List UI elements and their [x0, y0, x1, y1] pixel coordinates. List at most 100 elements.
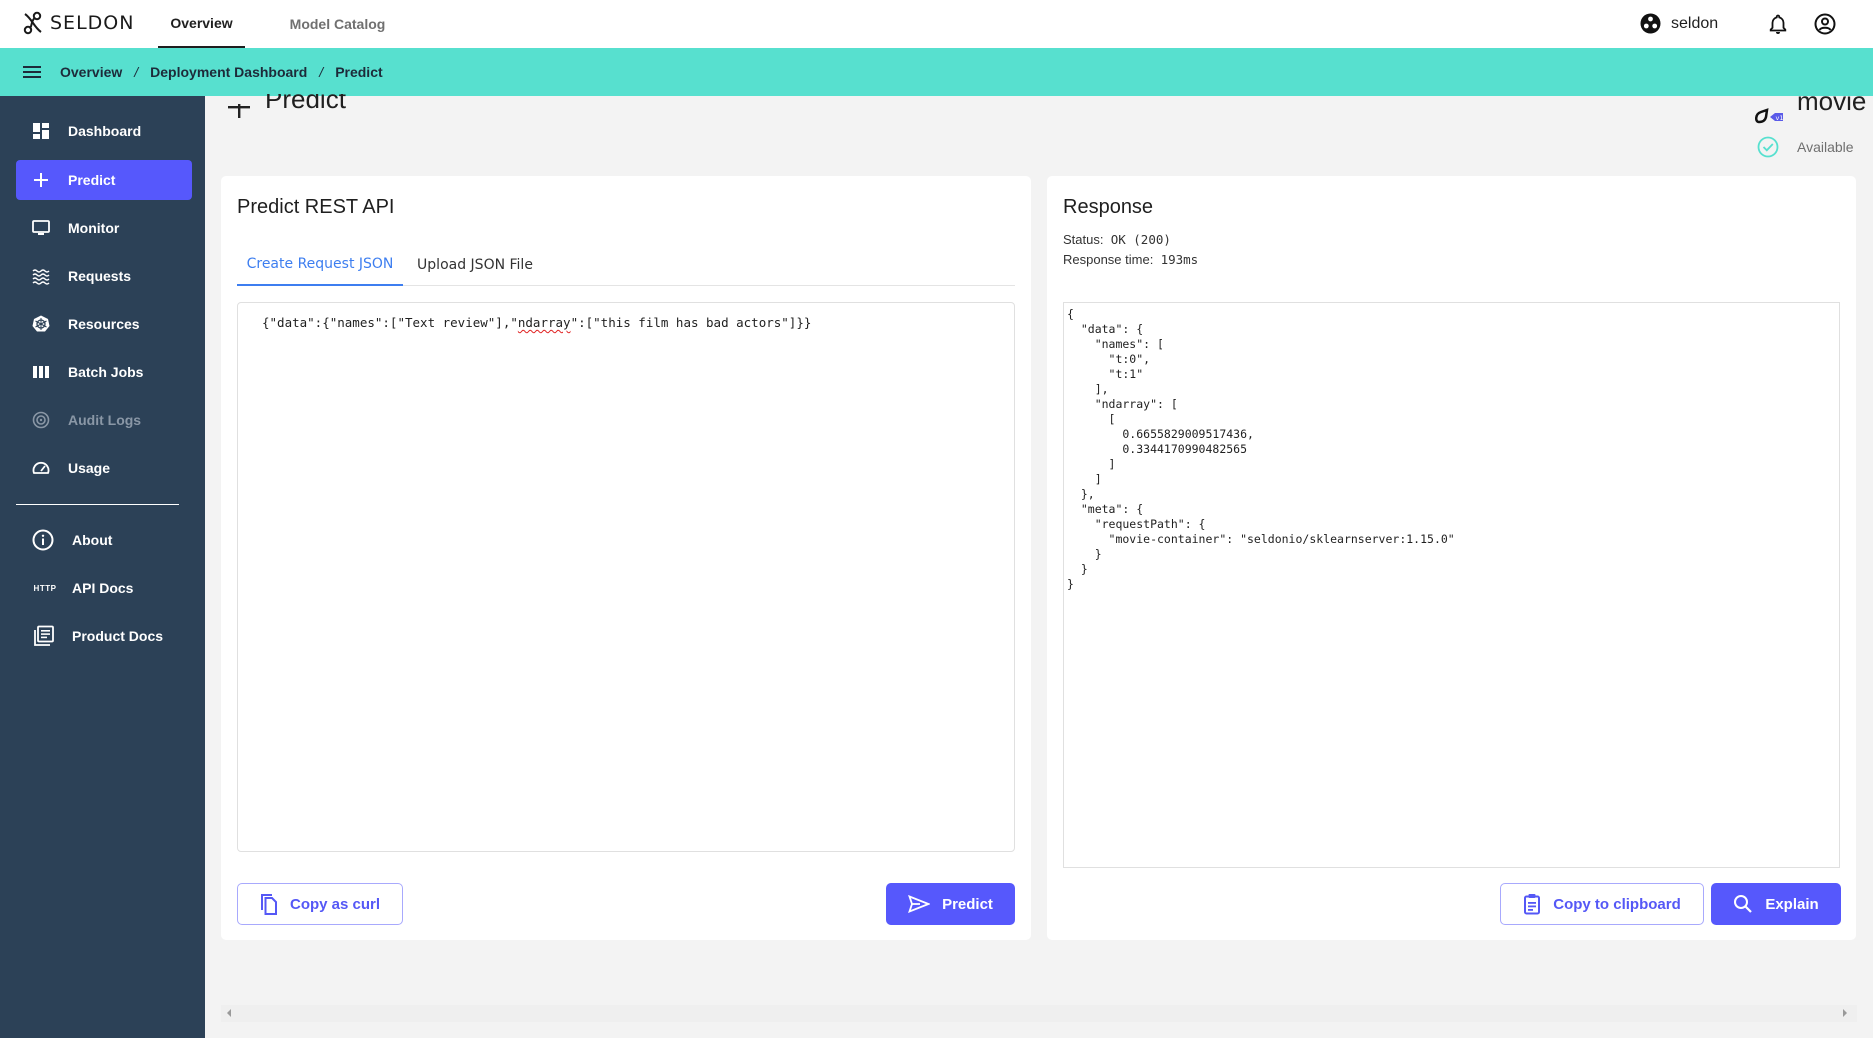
gauge-icon: [32, 461, 50, 474]
breadcrumb-separator: /: [319, 64, 324, 80]
request-json-editor[interactable]: {"data":{"names":["Text review"],"ndarra…: [237, 302, 1015, 852]
top-tab-model-catalog[interactable]: Model Catalog: [280, 0, 395, 48]
page-title: Predict: [265, 94, 346, 124]
check-circle-icon: [1757, 136, 1779, 158]
status-text: Available: [1797, 139, 1854, 155]
info-icon: [32, 529, 54, 551]
sidebar-item-about[interactable]: About: [16, 520, 192, 560]
model-version-icon: v1: [1755, 108, 1784, 124]
breadcrumb-deployment-dashboard[interactable]: Deployment Dashboard: [150, 64, 307, 80]
account-circle-icon[interactable]: [1814, 13, 1836, 35]
predict-request-card: Predict REST API Create Request JSON Upl…: [221, 176, 1031, 940]
search-icon: [1734, 895, 1753, 913]
monitor-icon: [32, 220, 50, 235]
status-label: Status:: [1063, 232, 1104, 247]
response-time: Response time: 193ms: [1063, 250, 1198, 270]
http-icon: HTTP: [33, 583, 57, 593]
top-tab-label: Model Catalog: [289, 16, 386, 32]
sidebar-item-label: Batch Jobs: [68, 364, 144, 380]
docs-icon: [34, 625, 54, 646]
request-json-text: {"data":{"names":["Text review"],"ndarra…: [262, 315, 811, 330]
menu-icon[interactable]: [22, 62, 42, 82]
org-name: seldon: [1671, 14, 1719, 32]
sidebar: Dashboard Predict Monitor Requests Resou…: [0, 96, 205, 1038]
org-selector[interactable]: seldon: [1640, 13, 1718, 34]
page-title-text: Predict: [265, 94, 346, 114]
sidebar-item-label: About: [72, 532, 113, 548]
tab-upload-json-file[interactable]: Upload JSON File: [403, 244, 547, 286]
logo-text: SELDON: [50, 12, 135, 34]
button-label: Explain: [1765, 895, 1819, 913]
top-tab-overview[interactable]: Overview: [158, 0, 245, 48]
sidebar-divider: [16, 504, 179, 505]
plus-icon: [34, 173, 48, 187]
breadcrumb-bar: Overview / Deployment Dashboard / Predic…: [0, 48, 1873, 96]
seldon-logo[interactable]: SELDON: [22, 11, 134, 35]
sidebar-item-usage[interactable]: Usage: [16, 448, 192, 488]
plus-icon: [228, 104, 250, 118]
top-tab-label: Overview: [170, 15, 233, 31]
seldon-logo-icon: [23, 11, 42, 35]
waves-icon: [32, 269, 50, 285]
sidebar-item-requests[interactable]: Requests: [16, 256, 192, 296]
sidebar-item-predict[interactable]: Predict: [16, 160, 192, 200]
columns-icon: [33, 366, 49, 378]
predict-button[interactable]: Predict: [886, 883, 1015, 925]
horizontal-scrollbar[interactable]: [221, 1005, 1857, 1022]
sidebar-item-label: Predict: [68, 172, 116, 188]
breadcrumb-predict[interactable]: Predict: [335, 64, 382, 80]
send-icon: [908, 895, 931, 913]
json-text-suffix: ":["this film has bad actors"]}}: [570, 315, 812, 330]
sidebar-item-label: Audit Logs: [68, 412, 142, 428]
sidebar-item-label: API Docs: [72, 580, 134, 596]
dashboard-icon: [33, 123, 49, 139]
response-json-text: { "data": { "names": [ "t:0", "t:1" ], "…: [1067, 307, 1455, 591]
response-status: Status: OK (200): [1063, 230, 1198, 250]
sidebar-item-label: Requests: [68, 268, 132, 284]
spellcheck-word: ndarray: [517, 315, 571, 330]
status-value: OK (200): [1110, 232, 1171, 247]
sidebar-item-label: Monitor: [68, 220, 120, 236]
tab-label: Upload JSON File: [417, 257, 533, 273]
sidebar-item-resources[interactable]: Resources: [16, 304, 192, 344]
scroll-left-arrow[interactable]: [227, 1009, 231, 1017]
time-value: 193ms: [1160, 252, 1199, 267]
sidebar-item-label: Resources: [68, 316, 140, 332]
button-label: Copy to clipboard: [1553, 895, 1681, 913]
button-label: Copy as curl: [289, 895, 381, 913]
model-name: movie: [1797, 96, 1866, 124]
model-status: Available: [1757, 136, 1854, 158]
button-label: Predict: [942, 895, 993, 913]
bell-icon[interactable]: [1767, 13, 1789, 35]
tab-label: Create Request JSON: [246, 256, 394, 272]
sidebar-item-batch-jobs[interactable]: Batch Jobs: [16, 352, 192, 392]
time-label: Response time:: [1063, 252, 1154, 267]
copy-icon: [260, 894, 277, 915]
sidebar-item-dashboard[interactable]: Dashboard: [16, 111, 192, 151]
card-title: Predict REST API: [237, 196, 395, 218]
breadcrumb: Overview / Deployment Dashboard / Predic…: [60, 48, 383, 96]
sidebar-item-api-docs[interactable]: HTTP API Docs: [16, 568, 192, 608]
audit-icon: [32, 411, 50, 429]
clipboard-icon: [1524, 894, 1541, 915]
response-meta: Status: OK (200) Response time: 193ms: [1063, 230, 1198, 270]
copy-as-curl-button[interactable]: Copy as curl: [237, 883, 403, 925]
org-icon: [1640, 13, 1661, 34]
sidebar-item-monitor[interactable]: Monitor: [16, 208, 192, 248]
card-title: Response: [1063, 196, 1154, 218]
model-name-text: movie: [1797, 96, 1867, 116]
sidebar-item-audit-logs[interactable]: Audit Logs: [16, 400, 192, 440]
version-badge-text: v1: [1776, 114, 1784, 122]
json-text-prefix: {"data":{"names":["Text review"],": [262, 315, 518, 330]
breadcrumb-separator: /: [134, 64, 139, 80]
sidebar-item-label: Product Docs: [72, 628, 164, 644]
copy-to-clipboard-button[interactable]: Copy to clipboard: [1500, 883, 1704, 925]
explain-button[interactable]: Explain: [1711, 883, 1841, 925]
tab-create-request-json[interactable]: Create Request JSON: [237, 244, 403, 286]
scroll-right-arrow[interactable]: [1843, 1009, 1847, 1017]
breadcrumb-overview[interactable]: Overview: [60, 64, 122, 80]
sidebar-item-product-docs[interactable]: Product Docs: [16, 616, 192, 656]
response-json-viewer[interactable]: { "data": { "names": [ "t:0", "t:1" ], "…: [1063, 302, 1840, 868]
response-card: Response Status: OK (200) Response time:…: [1047, 176, 1856, 940]
request-tabs: Create Request JSON Upload JSON File: [237, 244, 1015, 286]
